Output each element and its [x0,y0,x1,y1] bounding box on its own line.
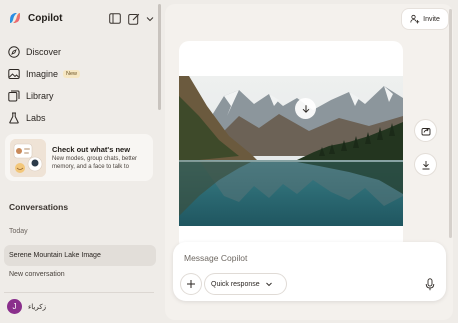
promo-illustration [10,138,46,177]
generated-image[interactable] [179,76,403,226]
divider [4,292,154,293]
nav-label: Imagine [26,69,59,79]
image-icon [8,68,20,80]
arrow-down-icon [302,104,309,113]
nav-item-imagine[interactable]: Imagine New [4,63,154,85]
share-image-button[interactable] [415,120,436,141]
promo-title: Check out what's new [52,144,131,154]
new-chat-icon[interactable] [127,12,140,25]
download-image-button[interactable] [415,154,436,175]
app-name: Copilot [28,12,63,24]
user-name: زكرياء [28,303,46,311]
nav-item-library[interactable]: Library [4,85,154,107]
plus-icon [187,280,195,288]
chevron-down-icon[interactable] [146,12,154,25]
response-mode-label: Quick response [211,280,260,288]
nav-item-labs[interactable]: Labs [4,107,154,129]
add-attachment-button[interactable] [181,274,201,294]
nav-label: Discover [26,47,62,57]
generated-image-message [179,41,403,251]
message-input[interactable] [184,251,404,265]
new-badge: New [63,70,81,78]
nav-label: Library [26,91,54,101]
conversation-item[interactable]: New conversation [9,271,65,278]
flask-icon [8,112,20,124]
sidebar-toggle-icon[interactable] [108,12,121,25]
download-icon [422,160,429,169]
microphone-icon [425,277,435,290]
promo-body: New modes, group chats, better memory, a… [52,155,138,170]
sidebar-scrollbar[interactable] [158,4,161,110]
chat-panel: Invite Message Copilot Quick response [165,4,453,320]
chevron-down-icon [265,280,273,288]
response-mode-select[interactable]: Quick response [205,274,286,294]
copilot-logo-icon [10,13,20,23]
share-icon [421,127,430,135]
compass-icon [8,46,20,58]
conversations-heading: Conversations [9,202,69,212]
invite-button[interactable]: Invite [402,9,448,29]
user-profile[interactable]: J زكرياء [7,299,46,314]
app-logo[interactable]: Copilot [8,11,62,25]
chat-scrollbar[interactable] [449,9,452,238]
sidebar: Copilot Discover Imagine New Library Lab… [0,0,162,323]
library-icon [8,90,20,102]
message-composer: Quick response [173,242,446,301]
invite-label: Invite [423,15,440,23]
microphone-button[interactable] [423,276,437,292]
image-download-overlay-button[interactable] [295,98,316,119]
avatar: J [7,299,22,314]
conversation-group-label: Today [9,228,28,235]
add-people-icon [410,14,420,24]
conversation-item-selected[interactable]: Serene Mountain Lake Image [4,245,156,266]
whats-new-card[interactable]: Check out what's new New modes, group ch… [5,134,153,181]
sidebar-nav: Discover Imagine New Library Labs [4,41,154,129]
nav-item-discover[interactable]: Discover [4,41,154,63]
nav-label: Labs [26,113,46,123]
